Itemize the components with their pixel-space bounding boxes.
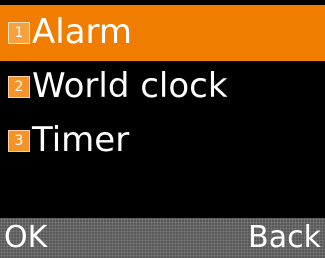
softkey-bar: OK Back xyxy=(0,218,325,258)
number-badge-1: 1 xyxy=(8,22,30,44)
menu-item-world-clock[interactable]: 2 World clock xyxy=(0,59,325,115)
phone-screen: 1 Alarm 2 World clock 3 Timer OK Back xyxy=(0,0,325,258)
menu-item-timer[interactable]: 3 Timer xyxy=(0,113,325,169)
ok-softkey[interactable]: OK xyxy=(4,220,47,256)
number-badge-2: 2 xyxy=(8,76,30,98)
menu-item-label: Alarm xyxy=(32,12,133,53)
menu-item-alarm[interactable]: 1 Alarm xyxy=(0,5,325,61)
menu-item-label: Timer xyxy=(32,120,130,161)
menu-item-label: World clock xyxy=(32,66,228,107)
back-softkey[interactable]: Back xyxy=(248,220,321,256)
number-badge-3: 3 xyxy=(8,130,30,152)
